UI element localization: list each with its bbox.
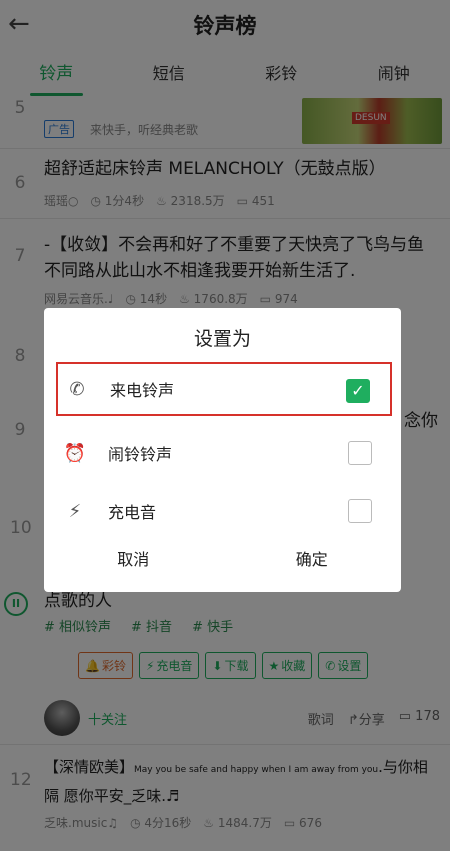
option-incoming-call[interactable]: ✆ 来电铃声 ✓ <box>56 362 392 416</box>
checkbox[interactable] <box>348 499 372 523</box>
option-label: 来电铃声 <box>110 381 175 400</box>
phone-icon: ✆ <box>69 378 85 400</box>
confirm-button[interactable]: 确定 <box>223 546 402 570</box>
alarm-clock-icon: ⏰ <box>63 442 87 464</box>
option-charging[interactable]: ⚡ 充电音 <box>56 484 392 538</box>
dialog-buttons: 取消 确定 <box>44 546 401 570</box>
option-alarm[interactable]: ⏰ 闹铃铃声 <box>56 426 392 480</box>
set-as-dialog: 设置为 ✆ 来电铃声 ✓ ⏰ 闹铃铃声 ⚡ 充电音 取消 确定 <box>44 308 401 592</box>
checkbox[interactable] <box>348 441 372 465</box>
option-label: 充电音 <box>108 503 157 522</box>
dialog-title: 设置为 <box>193 328 251 350</box>
cancel-button[interactable]: 取消 <box>44 546 223 570</box>
checkbox-checked[interactable]: ✓ <box>346 379 370 403</box>
option-label: 闹铃铃声 <box>108 445 173 464</box>
charging-icon: ⚡ <box>68 500 82 522</box>
